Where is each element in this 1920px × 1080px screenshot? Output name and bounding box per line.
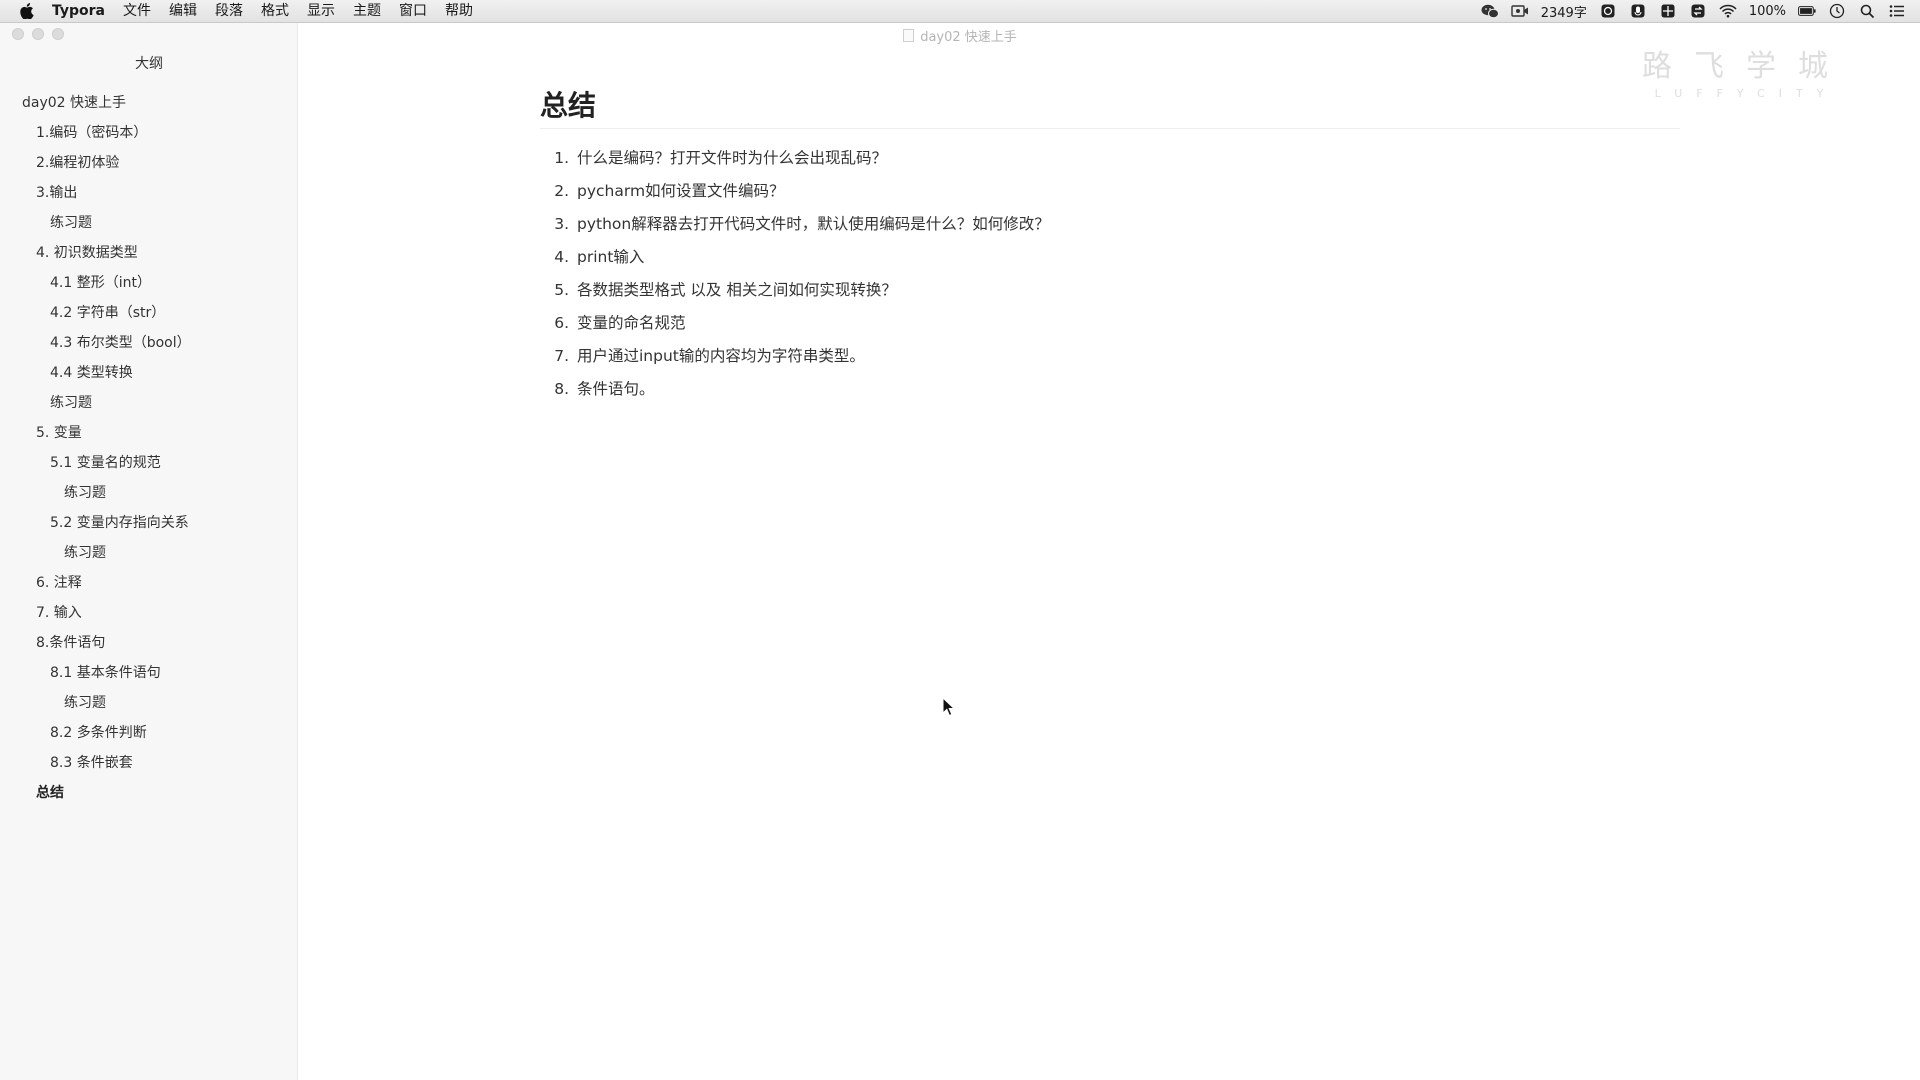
- document-heading[interactable]: 总结: [540, 86, 1680, 129]
- clock-icon[interactable]: [1828, 3, 1846, 19]
- menubar: Typora 文件 编辑 段落 格式 显示 主题 窗口 帮助 2349字 100…: [0, 0, 1920, 23]
- list-number: 4.: [554, 248, 569, 266]
- window-title-text: day02 快速上手: [920, 30, 1017, 45]
- list-item[interactable]: 4. print输入: [540, 241, 1680, 274]
- grid-icon[interactable]: [1659, 3, 1677, 19]
- typora-window: 大纲 day02 快速上手 1.编码（密码本） 2.编程初体验 3.输出 练习题…: [0, 23, 1920, 1080]
- menu-window[interactable]: 窗口: [390, 0, 436, 22]
- outline-item[interactable]: 练习题: [0, 208, 298, 238]
- mouse-cursor-icon: [942, 696, 956, 717]
- outline-item[interactable]: 8.1 基本条件语句: [0, 658, 298, 688]
- outline-item[interactable]: 练习题: [0, 688, 298, 718]
- outline-item[interactable]: 练习题: [0, 538, 298, 568]
- outline-item[interactable]: 8.条件语句: [0, 628, 298, 658]
- outline-sidebar: 大纲 day02 快速上手 1.编码（密码本） 2.编程初体验 3.输出 练习题…: [0, 23, 298, 1080]
- spotlight-icon[interactable]: [1858, 3, 1876, 19]
- list-text[interactable]: 条件语句。: [577, 373, 655, 406]
- outline-item[interactable]: 4.2 字符串（str）: [0, 298, 298, 328]
- notification-center-icon[interactable]: [1888, 3, 1906, 19]
- outline-item[interactable]: 7. 输入: [0, 598, 298, 628]
- status-bar: 2349字 100%: [1481, 0, 1920, 22]
- outline-item[interactable]: 练习题: [0, 478, 298, 508]
- outline-item[interactable]: 2.编程初体验: [0, 148, 298, 178]
- list-item[interactable]: 6. 变量的命名规范: [540, 307, 1680, 340]
- sync-icon[interactable]: [1689, 3, 1707, 19]
- menu-edit[interactable]: 编辑: [160, 0, 206, 22]
- watermark-cn: 路飞学城: [1642, 49, 1850, 84]
- outline-item[interactable]: 5.1 变量名的规范: [0, 448, 298, 478]
- list-number: 7.: [554, 347, 569, 365]
- list-text[interactable]: print输入: [577, 241, 644, 274]
- list-number: 2.: [554, 182, 569, 200]
- outline-list: day02 快速上手 1.编码（密码本） 2.编程初体验 3.输出 练习题 4.…: [0, 88, 298, 808]
- list-item[interactable]: 1. 什么是编码？打开文件时为什么会出现乱码？: [540, 142, 1680, 175]
- wifi-icon[interactable]: [1719, 3, 1737, 19]
- outline-item[interactable]: 5.2 变量内存指向关系: [0, 508, 298, 538]
- wechat-icon[interactable]: [1481, 3, 1499, 19]
- menu-help[interactable]: 帮助: [436, 0, 482, 22]
- outline-item[interactable]: 3.输出: [0, 178, 298, 208]
- list-text[interactable]: python解释器去打开代码文件时，默认使用编码是什么？如何修改？: [577, 208, 1050, 241]
- list-item[interactable]: 2. pycharm如何设置文件编码？: [540, 175, 1680, 208]
- outline-item[interactable]: 练习题: [0, 388, 298, 418]
- window-title: day02 快速上手: [0, 26, 1920, 45]
- outline-item[interactable]: 8.3 条件嵌套: [0, 748, 298, 778]
- word-count[interactable]: 2349字: [1541, 2, 1587, 21]
- list-number: 5.: [554, 281, 569, 299]
- microphone-icon[interactable]: [1629, 3, 1647, 19]
- list-item[interactable]: 8. 条件语句。: [540, 373, 1680, 406]
- list-text[interactable]: pycharm如何设置文件编码？: [577, 175, 785, 208]
- apple-icon[interactable]: [18, 0, 36, 22]
- outline-item[interactable]: day02 快速上手: [0, 88, 298, 118]
- document-icon: [903, 29, 915, 42]
- list-number: 8.: [554, 380, 569, 398]
- menu-format[interactable]: 格式: [252, 0, 298, 22]
- outline-title: 大纲: [135, 56, 163, 72]
- list-number: 6.: [554, 314, 569, 332]
- list-item[interactable]: 5. 各数据类型格式 以及 相关之间如何实现转换？: [540, 274, 1680, 307]
- summary-list: 1. 什么是编码？打开文件时为什么会出现乱码？ 2. pycharm如何设置文件编码…: [540, 142, 1680, 406]
- privacy-icon[interactable]: [1599, 3, 1617, 19]
- menu-theme[interactable]: 主题: [344, 0, 390, 22]
- outline-item[interactable]: 6. 注释: [0, 568, 298, 598]
- editor[interactable]: 总结 1. 什么是编码？打开文件时为什么会出现乱码？ 2. pycharm如何设置文…: [540, 86, 1680, 406]
- list-text[interactable]: 什么是编码？打开文件时为什么会出现乱码？: [577, 142, 887, 175]
- list-item[interactable]: 3. python解释器去打开代码文件时，默认使用编码是什么？如何修改？: [540, 208, 1680, 241]
- outline-item-active[interactable]: 总结: [0, 778, 298, 808]
- outline-item[interactable]: 4.4 类型转换: [0, 358, 298, 388]
- menu-file[interactable]: 文件: [114, 0, 160, 22]
- menu-view[interactable]: 显示: [298, 0, 344, 22]
- list-text[interactable]: 各数据类型格式 以及 相关之间如何实现转换？: [577, 274, 897, 307]
- outline-item[interactable]: 4.3 布尔类型（bool）: [0, 328, 298, 358]
- list-item[interactable]: 7. 用户通过input输的内容均为字符串类型。: [540, 340, 1680, 373]
- outline-item[interactable]: 4. 初识数据类型: [0, 238, 298, 268]
- list-text[interactable]: 用户通过input输的内容均为字符串类型。: [577, 340, 865, 373]
- screen-record-icon[interactable]: [1511, 3, 1529, 19]
- outline-item[interactable]: 4.1 整形（int）: [0, 268, 298, 298]
- menu-paragraph[interactable]: 段落: [206, 0, 252, 22]
- outline-item[interactable]: 1.编码（密码本）: [0, 118, 298, 148]
- battery-icon[interactable]: [1798, 3, 1816, 19]
- battery-percent[interactable]: 100%: [1749, 4, 1786, 19]
- outline-item[interactable]: 5. 变量: [0, 418, 298, 448]
- menu-app-typora[interactable]: Typora: [48, 0, 114, 22]
- list-number: 1.: [554, 149, 569, 167]
- list-text[interactable]: 变量的命名规范: [577, 307, 686, 340]
- list-number: 3.: [554, 215, 569, 233]
- outline-item[interactable]: 8.2 多条件判断: [0, 718, 298, 748]
